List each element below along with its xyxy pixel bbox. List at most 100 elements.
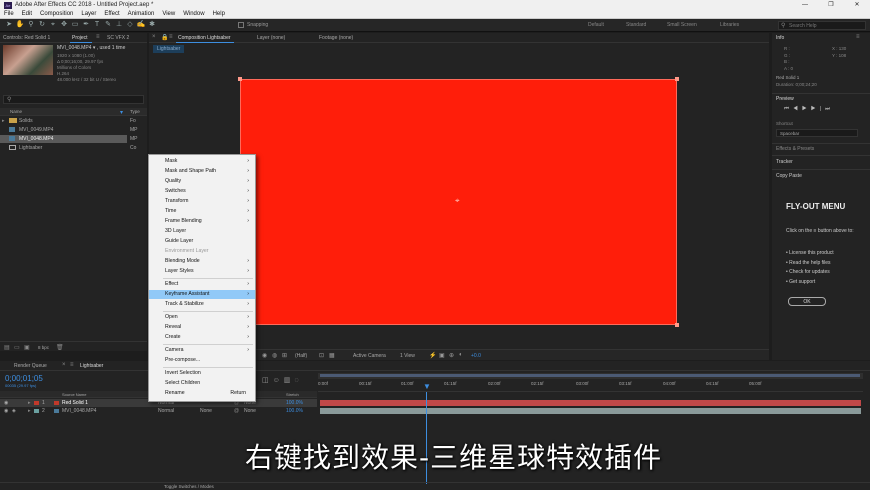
menu-item-create[interactable]: Create › (149, 333, 255, 342)
list-item[interactable]: MVI_0049.MP4 MP (0, 126, 147, 134)
motion-blur-icon[interactable]: ◌ (294, 377, 302, 384)
new-composition-icon[interactable]: ▣ (24, 344, 30, 351)
menu-effect[interactable]: Effect (104, 11, 119, 17)
last-frame-icon[interactable]: ⏭ (825, 106, 834, 112)
menu-file[interactable]: File (4, 11, 14, 17)
views-dropdown[interactable]: 1 View (400, 353, 415, 359)
eye-icon[interactable]: ◉ (4, 407, 8, 415)
tab-timeline-lightsaber[interactable]: Lightsaber (80, 363, 103, 369)
menu-item-select-children[interactable]: Select Children (149, 379, 255, 388)
tab-tracker[interactable]: Tracker (776, 159, 793, 165)
menu-item-open[interactable]: Open › (149, 313, 255, 322)
frame-blend-icon[interactable]: ▥ (284, 377, 295, 384)
menu-item-camera[interactable]: Camera › (149, 346, 255, 355)
work-area-bar[interactable] (318, 373, 863, 379)
new-folder-icon[interactable]: ▭ (14, 344, 20, 351)
menu-item-effect[interactable]: Effect › (149, 280, 255, 289)
menu-item-pre-compose[interactable]: Pre-compose... (149, 356, 255, 365)
next-frame-icon[interactable]: ▶| (811, 106, 825, 112)
current-timecode[interactable]: 0;00;01;05 (5, 374, 43, 383)
prev-frame-icon[interactable]: ◀ (793, 106, 802, 112)
color-icon[interactable]: ◍ (272, 352, 277, 359)
column-stretch[interactable]: Stretch (286, 392, 299, 397)
shortcut-dropdown[interactable]: Spacebar (776, 129, 858, 137)
menu-composition[interactable]: Composition (40, 11, 73, 17)
type-tool-icon[interactable]: T (92, 20, 102, 30)
bpc-label[interactable]: 8 bpc (38, 345, 49, 350)
time-ruler[interactable]: 0:00f 00:15f 01:00f 01:15f 02:00f 02:15f… (318, 380, 863, 392)
menu-item-blending-mode[interactable]: Blending Mode › (149, 257, 255, 266)
menu-item-mask-and-shape-path[interactable]: Mask and Shape Path › (149, 167, 255, 176)
tab-layer[interactable]: Layer (none) (257, 35, 285, 41)
list-item[interactable]: ▸ Solids Fo (0, 117, 147, 125)
label-color[interactable] (34, 409, 39, 413)
draft-3d-icon[interactable]: ◫ (262, 377, 273, 384)
close-tab-icon[interactable]: × (62, 362, 66, 368)
menu-animation[interactable]: Animation (128, 11, 155, 17)
tab-project[interactable]: Project (72, 35, 88, 41)
snapshot-icon[interactable]: ◉ (262, 352, 267, 359)
camera-dropdown[interactable]: Active Camera (353, 353, 386, 359)
pick-whip-icon[interactable]: @ (234, 407, 239, 415)
menu-item-track-stabilize[interactable]: Track & Stabilize › (149, 300, 255, 309)
comp-breadcrumb[interactable]: Lightsaber (153, 45, 185, 53)
menu-item-layer-styles[interactable]: Layer Styles › (149, 267, 255, 276)
anchor-point-icon[interactable]: ⌖ (455, 196, 460, 206)
close-tab-icon[interactable]: × (152, 34, 156, 40)
column-source-name[interactable]: Source Name (62, 392, 86, 397)
rotate-tool-icon[interactable]: ↻ (37, 20, 47, 30)
menu-item-switches[interactable]: Switches › (149, 187, 255, 196)
selection-tool-icon[interactable]: ➤ (4, 20, 14, 30)
workspace-standard[interactable]: Standard (626, 19, 646, 32)
eraser-tool-icon[interactable]: ◇ (125, 20, 135, 30)
expand-arrow-icon[interactable]: ▸ (28, 399, 31, 407)
lock-icon[interactable]: 🔒 (161, 34, 168, 41)
workspace-libraries[interactable]: Libraries (720, 19, 739, 32)
reset-exposure-icon[interactable]: ◐ (459, 352, 463, 358)
project-search-input[interactable]: ⚲ (3, 95, 144, 104)
tab-preview[interactable]: Preview (776, 96, 794, 102)
toggle-transparency-icon[interactable]: ▣ (439, 352, 445, 359)
interpret-footage-icon[interactable]: ▤ (4, 344, 10, 351)
toggle-switches-modes[interactable]: Toggle Switches / Modes (164, 484, 214, 489)
first-frame-icon[interactable]: ⏮ (784, 106, 793, 112)
roto-brush-icon[interactable]: ✍ (136, 20, 146, 30)
panel-menu-icon[interactable]: ≡ (169, 34, 173, 40)
menu-item-mask[interactable]: Mask › (149, 157, 255, 166)
panel-menu-icon[interactable]: ≡ (96, 34, 100, 40)
tab-footage[interactable]: Footage (none) (319, 35, 353, 41)
pan-behind-tool-icon[interactable]: ✥ (59, 20, 69, 30)
menu-item-reveal[interactable]: Reveal › (149, 323, 255, 332)
workspace-default[interactable]: Default (588, 19, 604, 32)
tab-copy-paste[interactable]: Copy Paste (776, 173, 802, 179)
minimize-button[interactable]: — (792, 0, 818, 10)
eye-icon[interactable]: ◉ (4, 399, 8, 407)
tab-composition[interactable]: Composition Lightsaber (178, 35, 231, 41)
stamp-tool-icon[interactable]: ⊥ (114, 20, 124, 30)
menu-item-guide-layer[interactable]: Guide Layer (149, 237, 255, 246)
fast-preview-icon[interactable]: ⚡ (429, 352, 436, 359)
workspace-small-screen[interactable]: Small Screen (667, 19, 697, 32)
work-area-range[interactable] (320, 374, 860, 377)
stretch-value[interactable]: 100.0% (286, 407, 303, 415)
mode-dropdown[interactable]: Normal (158, 407, 174, 415)
tab-info[interactable]: Info (776, 35, 784, 41)
menu-item-keyframe-assistant[interactable]: Keyframe Assistant › (149, 290, 255, 299)
tab-render-queue[interactable]: Render Queue (14, 363, 47, 369)
layer-bar-mvi[interactable] (320, 408, 861, 414)
layer-name[interactable]: MVI_0048.MP4 (62, 407, 96, 415)
list-item-selected[interactable]: MVI_0048.MP4 (0, 135, 127, 143)
brush-tool-icon[interactable]: ✎ (103, 20, 113, 30)
region-icon[interactable]: ⊞ (282, 352, 287, 359)
column-type[interactable]: Type (130, 109, 140, 114)
layer-bar-red-solid[interactable] (320, 400, 861, 406)
trash-icon[interactable]: 🗑 (56, 344, 64, 351)
hand-tool-icon[interactable]: ✋ (15, 20, 25, 30)
list-item[interactable]: Lightsaber Co (0, 144, 147, 152)
tab-effects-presets[interactable]: Effects & Presets (776, 146, 814, 152)
menu-help[interactable]: Help (213, 11, 225, 17)
menu-item-transform[interactable]: Transform › (149, 197, 255, 206)
camera-tool-icon[interactable]: ⌖ (48, 20, 58, 30)
play-icon[interactable]: ▶ (802, 106, 811, 112)
zoom-tool-icon[interactable]: ⚲ (26, 20, 36, 30)
